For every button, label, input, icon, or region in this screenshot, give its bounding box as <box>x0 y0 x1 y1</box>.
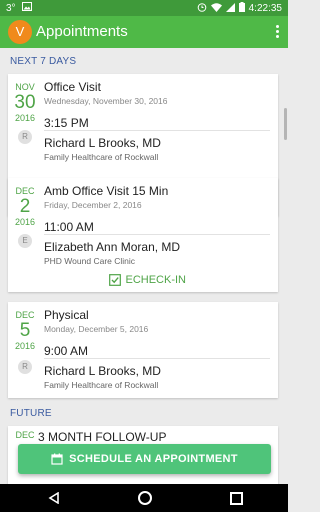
provider-avatar: R <box>18 130 32 144</box>
section-header-future: FUTURE <box>10 408 52 419</box>
visit-date: Wednesday, November 30, 2016 <box>44 96 168 106</box>
more-vert-icon[interactable] <box>274 24 280 40</box>
day: 5 <box>19 320 31 341</box>
day: 30 <box>14 92 36 113</box>
echeck-in-icon <box>109 274 122 286</box>
month: DEC <box>15 186 35 196</box>
clinic-name: Family Healthcare of Rockwall <box>44 152 159 162</box>
recents-icon[interactable] <box>230 492 243 505</box>
page-title: Appointments <box>36 23 128 40</box>
year: 2016 <box>14 341 36 351</box>
visit-date: Friday, December 2, 2016 <box>44 200 142 210</box>
schedule-appointment-button[interactable]: SCHEDULE AN APPOINTMENT <box>18 444 271 474</box>
back-icon[interactable] <box>48 492 60 504</box>
year: 2016 <box>14 217 36 227</box>
visit-time: 3:15 PM <box>44 116 89 130</box>
provider-name: Richard L Brooks, MD <box>44 136 161 150</box>
battery-icon <box>238 2 245 15</box>
signal-icon <box>225 2 235 15</box>
visit-time: 11:00 AM <box>44 220 94 234</box>
date-block: DEC 2 2016 <box>8 186 42 227</box>
date-block: DEC 5 2016 <box>8 310 42 351</box>
visit-type: Physical <box>44 308 89 322</box>
visit-date: Monday, December 5, 2016 <box>44 324 149 334</box>
echeck-in-label: ECHECK-IN <box>125 274 186 286</box>
calendar-icon <box>51 453 63 465</box>
provider-avatar: R <box>18 360 32 374</box>
appointment-card[interactable]: DEC 5 2016 R Physical Monday, December 5… <box>8 302 278 398</box>
divider <box>44 358 270 359</box>
provider-avatar: E <box>18 234 32 248</box>
divider <box>44 234 270 235</box>
provider-name: Richard L Brooks, MD <box>44 364 161 378</box>
appointment-card[interactable]: DEC 2 2016 E Amb Office Visit 15 Min Fri… <box>8 178 278 292</box>
scrollbar[interactable] <box>284 108 287 140</box>
visit-type: 3 MONTH FOLLOW-UP <box>38 430 167 444</box>
date-block: NOV 30 2016 <box>8 82 42 123</box>
clinic-name: Family Healthcare of Rockwall <box>44 380 159 390</box>
visit-time: 9:00 AM <box>44 344 89 358</box>
divider <box>44 130 270 131</box>
system-nav-bar <box>0 484 288 512</box>
home-icon[interactable] <box>138 491 152 505</box>
month: DEC <box>15 310 35 320</box>
user-avatar[interactable]: V <box>8 20 32 44</box>
provider-name: Elizabeth Ann Moran, MD <box>44 240 181 254</box>
date-block: DEC <box>8 430 42 440</box>
echeck-in-button[interactable]: ECHECK-IN <box>109 274 186 286</box>
schedule-appointment-label: SCHEDULE AN APPOINTMENT <box>69 453 238 465</box>
app-bar: V Appointments <box>0 16 288 48</box>
image-icon <box>21 2 32 14</box>
clinic-name: PHD Wound Care Clinic <box>44 256 136 266</box>
temperature-text: 3° <box>6 2 16 14</box>
clock: 4:22:35 <box>248 3 282 14</box>
visit-type: Amb Office Visit 15 Min <box>44 184 169 198</box>
status-bar: 3° 4:22:35 <box>0 0 288 16</box>
month: DEC <box>15 430 35 440</box>
alarm-icon <box>197 2 207 15</box>
visit-type: Office Visit <box>44 80 101 94</box>
month: NOV <box>15 82 35 92</box>
section-header-next-7-days: NEXT 7 DAYS <box>10 56 77 67</box>
appointments-list: NEXT 7 DAYS NOV 30 2016 R Office Visit W… <box>0 48 288 484</box>
wifi-icon <box>210 2 222 15</box>
year: 2016 <box>14 113 36 123</box>
day: 2 <box>19 196 31 217</box>
